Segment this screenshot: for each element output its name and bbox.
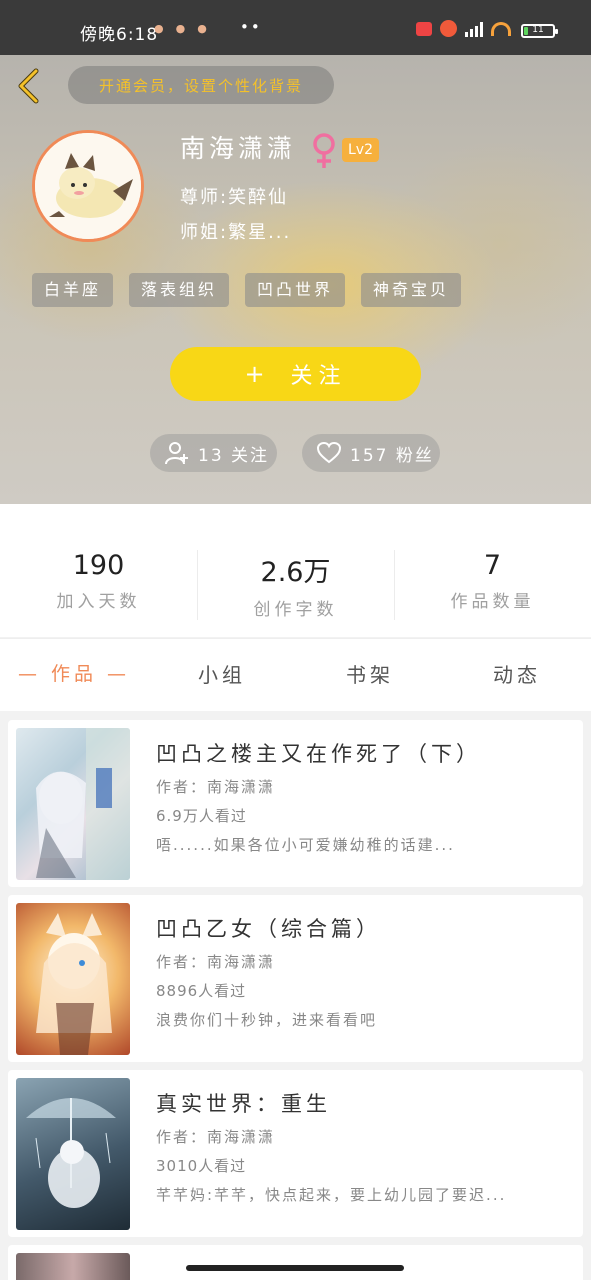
vip-banner[interactable]: 开通会员，设置个性化背景: [68, 66, 334, 104]
status-more: ••: [240, 18, 262, 36]
list-item[interactable]: [8, 1245, 583, 1280]
list-item[interactable]: 真实世界：重生 作者：南海潇潇 3010人看过 芊芊妈:芊芊，快点起来，要上幼儿…: [8, 1070, 583, 1237]
heart-icon: [316, 441, 342, 464]
status-bar: 傍晚6:18 ●●● •• 11: [0, 0, 591, 55]
tag[interactable]: 白羊座: [32, 273, 114, 307]
work-author: 作者：南海潇潇: [156, 1128, 276, 1146]
wifi-icon: [491, 21, 511, 36]
work-author: 作者：南海潇潇: [156, 778, 276, 796]
work-title: 真实世界：重生: [156, 1092, 331, 1116]
tabs-bar: — 作品 — 小组 书架 动态: [0, 638, 591, 711]
stat-works-count: 7 作品数量: [394, 550, 591, 612]
list-item[interactable]: 凹凸之楼主又在作死了（下） 作者：南海潇潇 6.9万人看过 唔......如果各…: [8, 720, 583, 887]
tag-list: 白羊座 落表组织 凹凸世界 神奇宝贝: [32, 273, 462, 307]
status-time: 傍晚6:18: [80, 25, 159, 45]
user-add-icon: [165, 442, 188, 465]
stat-join-days: 190 加入天数: [0, 550, 197, 612]
battery-level: 11: [532, 25, 544, 35]
plus-icon: +: [244, 360, 271, 388]
back-arrow-icon: [18, 68, 39, 104]
profile-header: 开通会员，设置个性化背景 南海潇潇 Lv2 尊师:笑醉仙 师姐:繁星... 白羊…: [0, 55, 591, 504]
tag[interactable]: 凹凸世界: [245, 273, 346, 307]
home-indicator[interactable]: [186, 1265, 404, 1271]
following-button[interactable]: 13 关注: [150, 434, 277, 472]
stat-label: 加入天数: [56, 592, 141, 612]
battery-icon: 11: [521, 24, 558, 38]
work-description: 芊芊妈:芊芊，快点起来，要上幼儿园了要迟...: [156, 1186, 507, 1204]
work-title: 凹凸乙女（综合篇）: [156, 917, 381, 941]
fans-button[interactable]: 157 粉丝: [302, 434, 440, 472]
tab-works[interactable]: — 作品 —: [0, 659, 148, 686]
cover-image: [16, 1078, 130, 1230]
work-views: 6.9万人看过: [156, 807, 247, 825]
stats-card: 190 加入天数 2.6万 创作字数 7 作品数量: [0, 504, 591, 637]
tab-bookshelf[interactable]: 书架: [296, 659, 444, 688]
tag[interactable]: 神奇宝贝: [361, 273, 462, 307]
back-button[interactable]: [12, 67, 48, 105]
cover-image: [16, 1253, 130, 1280]
stat-word-count: 2.6万 创作字数: [197, 550, 394, 620]
work-views: 8896人看过: [156, 982, 247, 1000]
notification-icons: ●●●: [154, 22, 219, 35]
work-description: 浪费你们十秒钟，进来看看吧: [156, 1011, 378, 1029]
cover-image: [16, 903, 130, 1055]
follow-button[interactable]: + 关注: [170, 347, 421, 401]
cover-image: [16, 728, 130, 880]
master-text[interactable]: 尊师:笑醉仙: [180, 183, 288, 209]
list-item[interactable]: 凹凸乙女（综合篇） 作者：南海潇潇 8896人看过 浪费你们十秒钟，进来看看吧: [8, 895, 583, 1062]
works-list: 凹凸之楼主又在作死了（下） 作者：南海潇潇 6.9万人看过 唔......如果各…: [8, 720, 583, 1245]
level-badge: Lv2: [342, 138, 379, 162]
alarm-icon: [440, 20, 457, 37]
avatar[interactable]: [32, 130, 144, 242]
username: 南海潇潇: [180, 134, 297, 163]
work-title: 凹凸之楼主又在作死了（下）: [156, 742, 481, 766]
fans-count: 157 粉丝: [350, 445, 434, 466]
tab-groups[interactable]: 小组: [148, 659, 296, 688]
stat-label: 创作字数: [253, 600, 338, 620]
stat-value: 7: [483, 550, 502, 581]
avatar-image: [35, 133, 141, 239]
status-icons: [416, 20, 511, 37]
work-description: 唔......如果各位小可爱嫌幼稚的话建...: [156, 836, 455, 854]
work-views: 3010人看过: [156, 1157, 247, 1175]
follow-label: 关注: [290, 364, 347, 389]
mute-icon: [416, 21, 432, 36]
stat-label: 作品数量: [450, 592, 535, 612]
female-icon: [313, 133, 335, 168]
work-author: 作者：南海潇潇: [156, 953, 276, 971]
following-count: 13 关注: [198, 445, 270, 466]
stat-value: 190: [72, 550, 125, 581]
signal-icon: [465, 21, 483, 37]
tab-activity[interactable]: 动态: [443, 659, 591, 688]
senior-text[interactable]: 师姐:繁星...: [180, 218, 291, 244]
tag[interactable]: 落表组织: [129, 273, 230, 307]
stat-value: 2.6万: [260, 557, 331, 588]
